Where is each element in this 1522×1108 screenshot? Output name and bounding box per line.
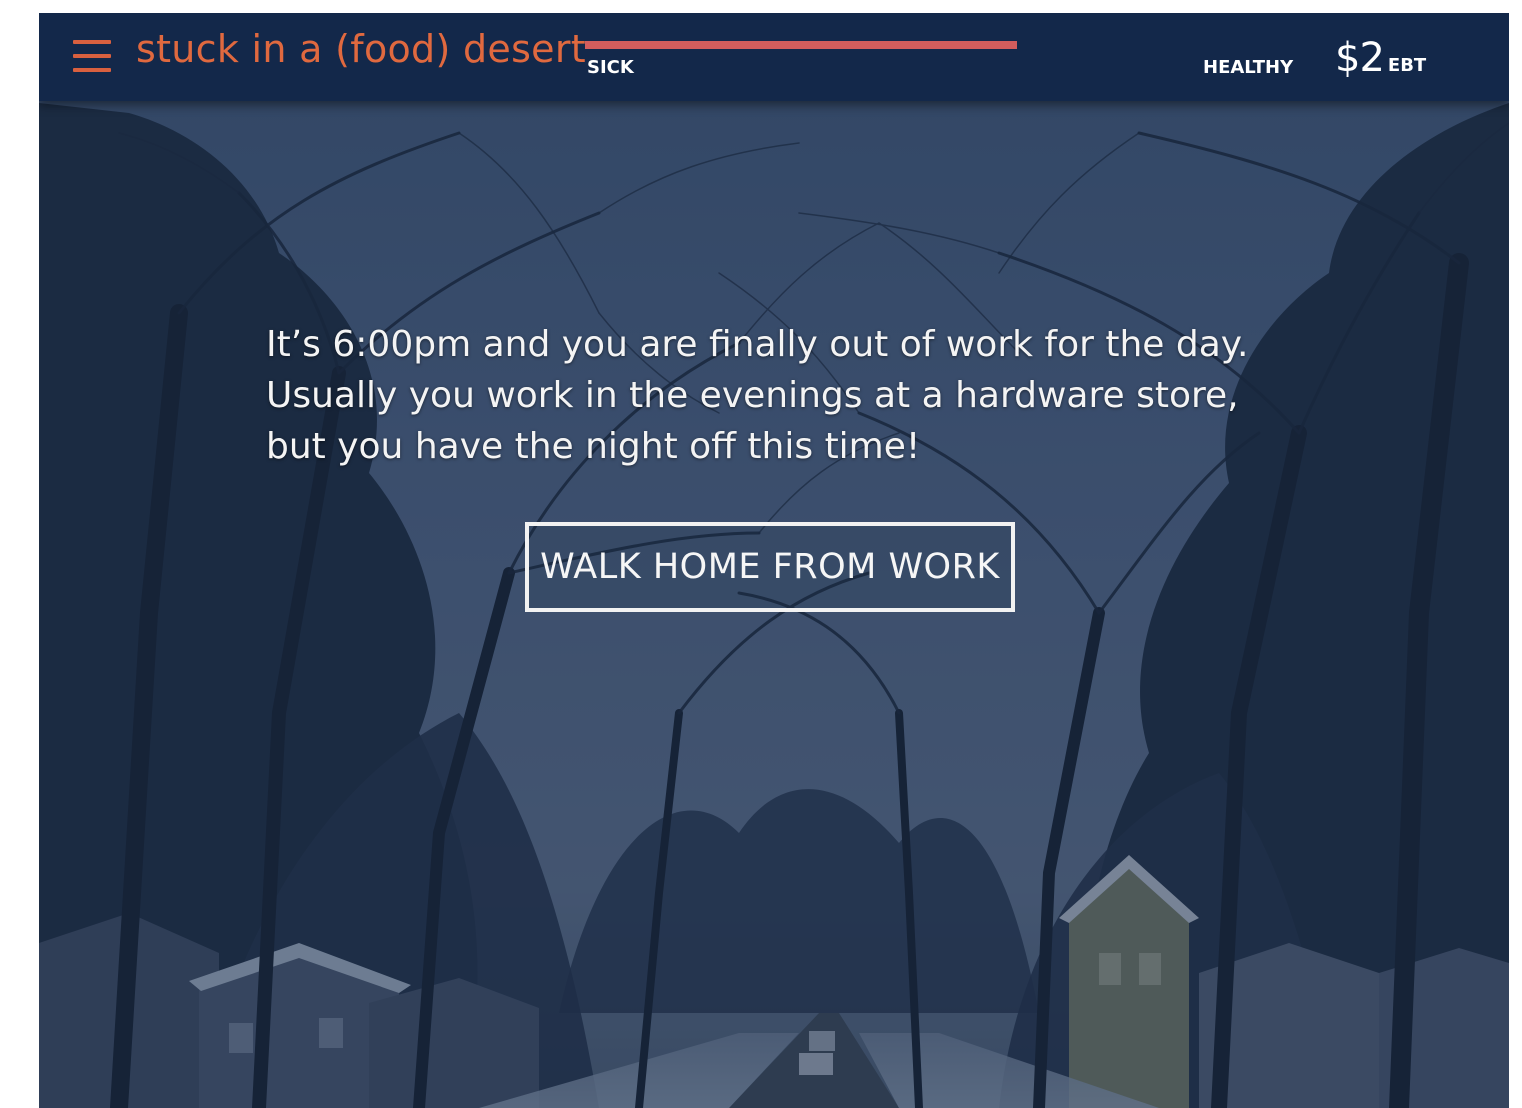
walk-home-button[interactable]: WALK HOME FROM WORK <box>525 522 1015 612</box>
story-line: but you have the night off this time! <box>266 426 921 467</box>
story-line: Usually you work in the evenings at a ha… <box>266 375 1239 416</box>
health-meter-healthy-label: HEALTHY <box>1203 57 1294 78</box>
app-title: stuck in a (food) desert <box>136 27 586 71</box>
top-bar: stuck in a (food) desert SICK HEALTHY $2… <box>39 13 1509 101</box>
health-meter-fill <box>585 41 1017 49</box>
wallet-amount: $2 <box>1335 35 1385 81</box>
game-frame: stuck in a (food) desert SICK HEALTHY $2… <box>39 13 1509 1108</box>
story-text: It’s 6:00pm and you are finally out of w… <box>266 319 1276 472</box>
wallet-currency: EBT <box>1387 55 1427 76</box>
story-line: It’s 6:00pm and you are finally out of w… <box>266 324 1249 365</box>
health-meter <box>585 41 1017 49</box>
hamburger-menu-icon[interactable] <box>73 38 113 76</box>
wallet-balance: $2 EBT <box>1335 35 1426 81</box>
health-meter-sick-label: SICK <box>587 57 634 78</box>
